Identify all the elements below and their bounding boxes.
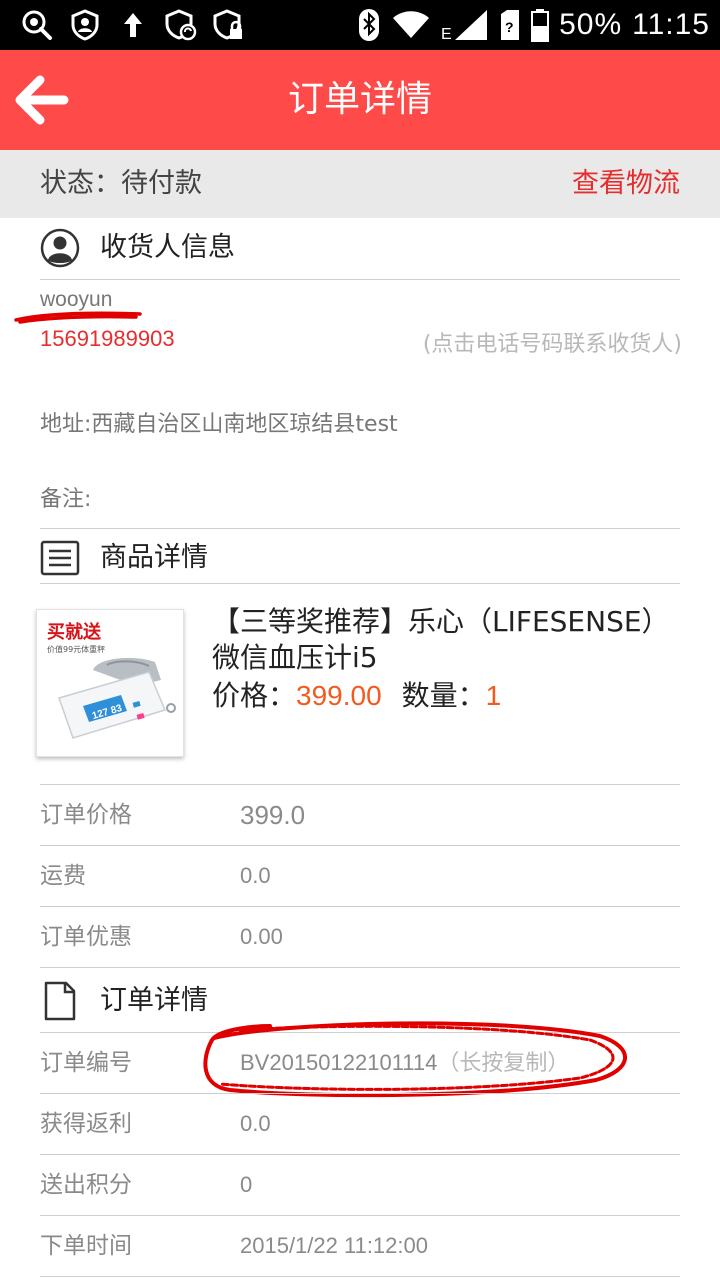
view-logistics-link[interactable]: 查看物流 xyxy=(572,150,680,218)
price-label: 价格： xyxy=(212,679,297,712)
cost-label: 运费 xyxy=(40,863,86,889)
order-time-row: 下单时间 2015/1/22 11:12:00 xyxy=(40,1216,680,1276)
order-status-bar: 状态：待付款 查看物流 xyxy=(0,150,720,218)
points-label: 送出积分 xyxy=(40,1172,132,1198)
points-row: 送出积分 0 xyxy=(40,1155,680,1215)
receiver-section-title: 收货人信息 xyxy=(100,232,235,263)
points-value: 0 xyxy=(240,1172,253,1197)
status-indicators: E ? 50% 11:15 xyxy=(357,0,720,50)
status-bar: E ? 50% 11:15 xyxy=(0,0,720,50)
divider xyxy=(40,967,680,968)
cost-row-shipping: 运费 0.0 xyxy=(40,846,680,906)
order-remark: 备注: xyxy=(40,487,92,512)
cost-row-order-price: 订单价格 399.0 xyxy=(40,785,680,845)
wifi-icon xyxy=(393,11,430,38)
product-price-quantity: 价格：399.00 数量：1 xyxy=(212,676,501,716)
quantity-label: 数量： xyxy=(401,679,486,712)
product-image-subtext: 价值99元体重秤 xyxy=(47,644,105,654)
title-bar: 订单详情 xyxy=(0,50,720,150)
receiver-address: 地址:西藏自治区山南地区琼结县test xyxy=(40,412,398,437)
back-arrow-icon[interactable] xyxy=(14,74,70,126)
sim-icon: ? xyxy=(501,10,520,40)
cell-signal-icon: E xyxy=(441,10,488,42)
battery-percent: 50% xyxy=(559,8,623,41)
rebate-label: 获得返利 xyxy=(40,1111,132,1137)
product-image[interactable]: 买就送 价值99元体重秤 127 83 xyxy=(36,609,184,757)
upload-arrow-icon xyxy=(124,13,142,37)
rebate-row: 获得返利 0.0 xyxy=(40,1094,680,1154)
cost-row-discount: 订单优惠 0.00 xyxy=(40,907,680,967)
redaction-circle-scribble xyxy=(203,1021,627,1098)
product-price: 399.00 xyxy=(296,680,382,711)
blood-pressure-monitor-image: 买就送 价值99元体重秤 127 83 xyxy=(47,621,176,739)
receiver-phone-link[interactable]: 15691989903 xyxy=(40,326,175,352)
search-icon xyxy=(22,10,52,40)
page-title: 订单详情 xyxy=(287,79,432,120)
product-quantity: 1 xyxy=(485,680,502,711)
shield-sync-icon xyxy=(165,9,197,41)
shield-lock-icon xyxy=(213,9,242,40)
divider xyxy=(40,279,680,280)
cost-label: 订单价格 xyxy=(40,802,132,828)
order-number-label: 订单编号 xyxy=(40,1050,132,1076)
shield-user-icon xyxy=(71,9,99,41)
product-section-header: 商品详情 xyxy=(40,530,680,586)
order-details-section-title: 订单详情 xyxy=(100,985,208,1016)
phone-hint-text: (点击电话号码联系收货人) xyxy=(422,332,682,357)
order-status-text: 状态：待付款 xyxy=(40,168,202,199)
product-name[interactable]: 【三等奖推荐】乐心（LIFESENSE）微信血压计i5 xyxy=(212,604,696,676)
product-section-title: 商品详情 xyxy=(100,542,208,573)
redaction-scribble xyxy=(14,311,142,324)
cost-label: 订单优惠 xyxy=(40,924,132,950)
bluetooth-icon xyxy=(359,9,380,41)
clock: 11:15 xyxy=(632,8,710,41)
receiver-section-header: 收货人信息 xyxy=(40,220,680,276)
user-icon xyxy=(40,228,80,268)
cost-value: 0.0 xyxy=(240,863,271,888)
network-type-label: E xyxy=(441,26,452,42)
divider xyxy=(40,583,680,584)
cost-value: 399.0 xyxy=(240,800,306,830)
svg-text:?: ? xyxy=(505,19,514,35)
product-image-badge: 买就送 xyxy=(47,621,102,643)
rebate-value: 0.0 xyxy=(240,1111,271,1136)
list-icon xyxy=(40,540,80,576)
order-time-label: 下单时间 xyxy=(40,1233,132,1259)
divider xyxy=(40,528,680,529)
battery-icon xyxy=(531,9,550,42)
order-time-value: 2015/1/22 11:12:00 xyxy=(240,1233,428,1258)
divider xyxy=(40,1276,680,1277)
document-icon xyxy=(44,981,76,1021)
cost-value: 0.00 xyxy=(240,924,283,949)
